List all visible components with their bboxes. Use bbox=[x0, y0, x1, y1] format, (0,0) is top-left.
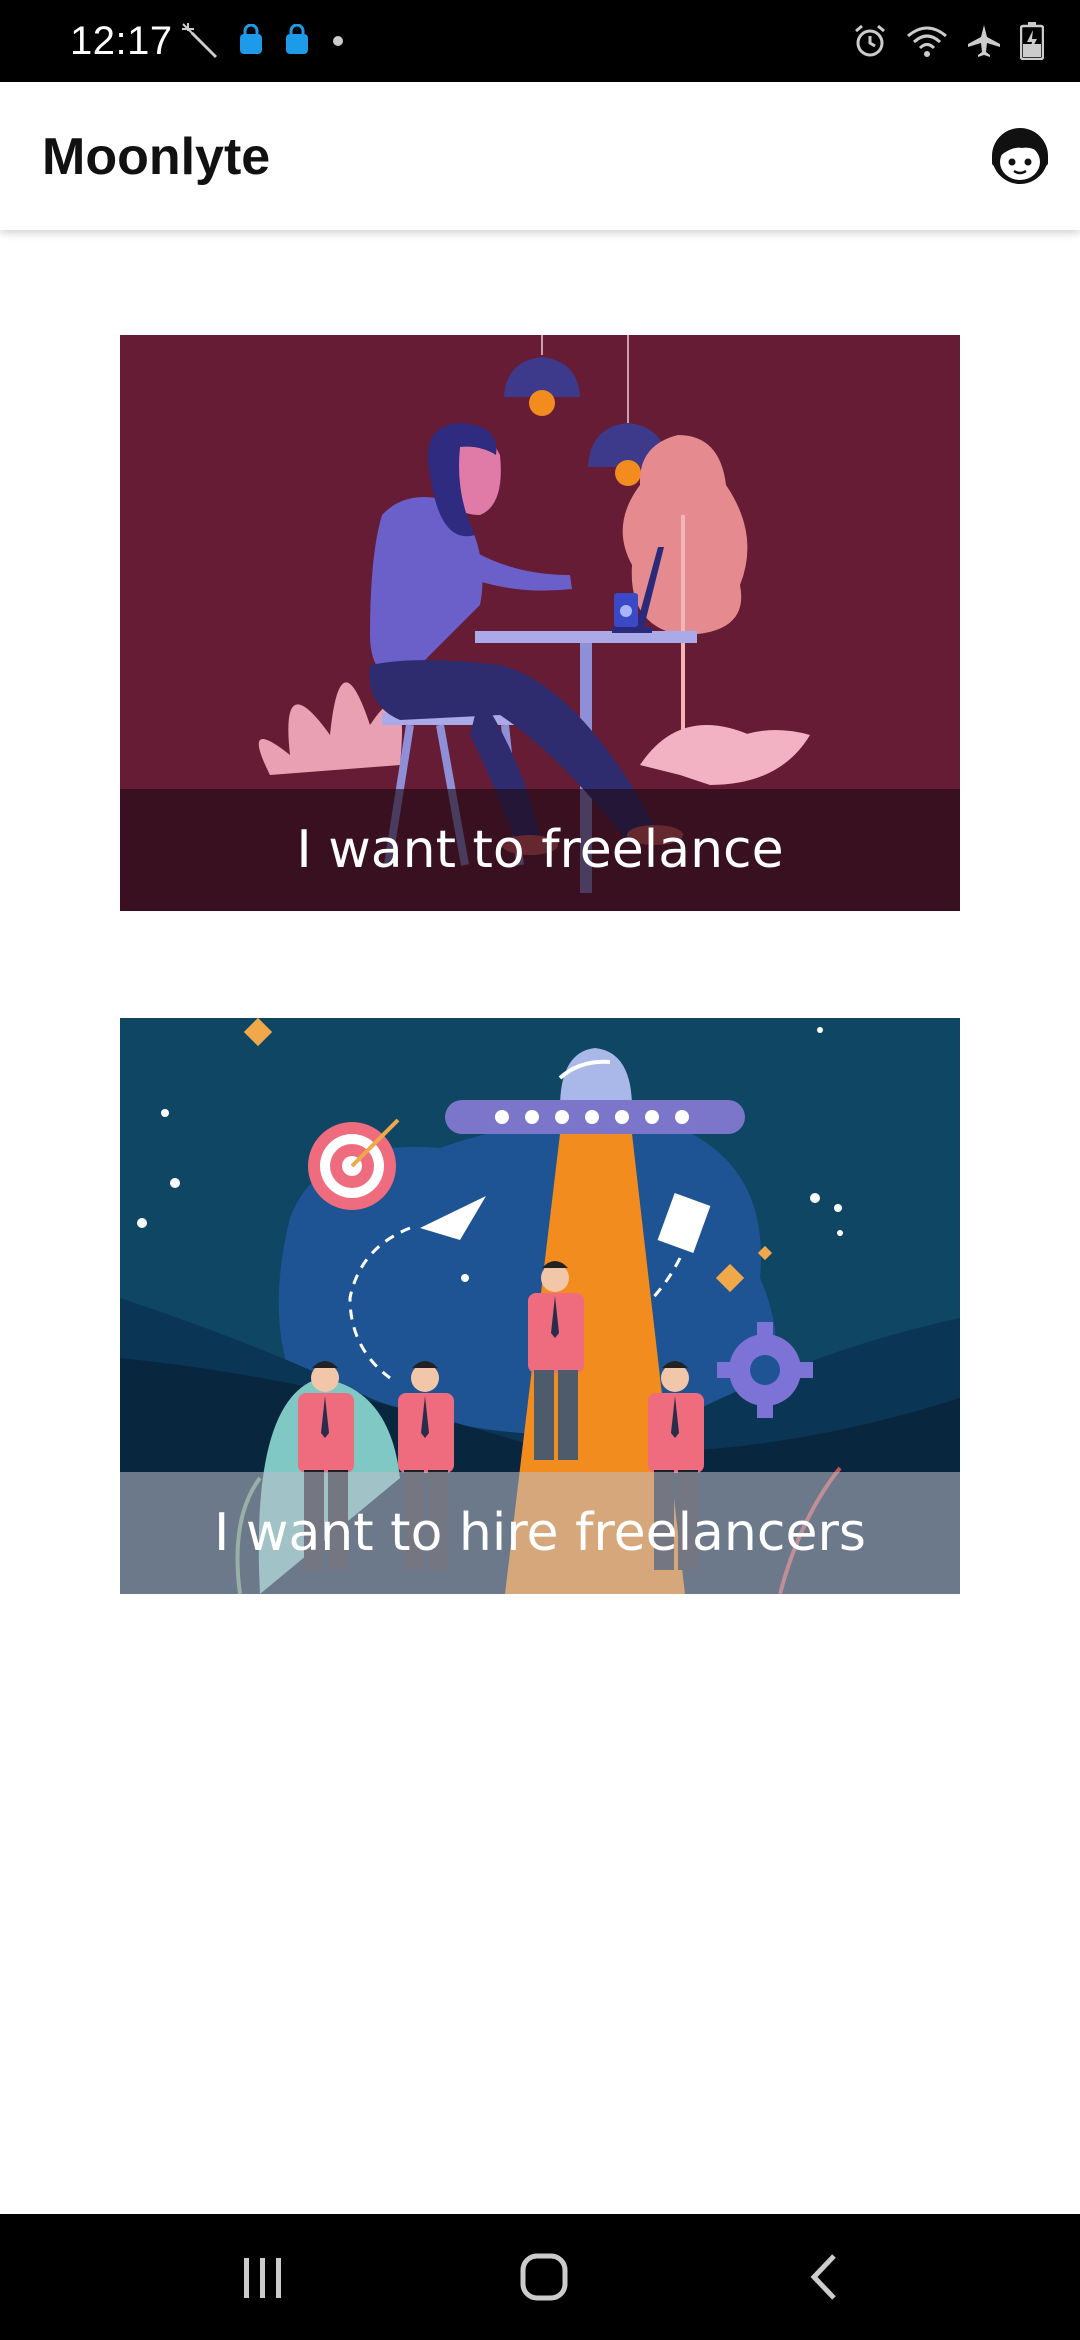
freelance-option-label: I want to freelance bbox=[120, 789, 960, 911]
home-icon bbox=[520, 2253, 568, 2301]
dot-icon bbox=[328, 31, 348, 51]
recents-button[interactable] bbox=[228, 2244, 298, 2310]
hire-option-label: I want to hire freelancers bbox=[120, 1472, 960, 1594]
magic-wand-icon bbox=[180, 21, 220, 61]
app-bar: Moonlyte bbox=[0, 82, 1080, 230]
hire-option-card[interactable]: I want to hire freelancers bbox=[120, 1018, 960, 1594]
status-system-icons bbox=[852, 18, 1044, 64]
support-agent-icon bbox=[992, 128, 1048, 184]
shopping-bag-icon bbox=[282, 24, 312, 58]
airplane-mode-icon bbox=[966, 23, 1002, 59]
back-icon bbox=[810, 2254, 836, 2300]
status-bar: 12:17 bbox=[0, 0, 1080, 82]
home-button[interactable] bbox=[509, 2244, 579, 2310]
status-notification-icons bbox=[180, 18, 348, 64]
recents-icon bbox=[244, 2258, 281, 2298]
freelance-option-card[interactable]: I want to freelance bbox=[120, 335, 960, 911]
support-agent-button[interactable] bbox=[988, 124, 1052, 188]
wifi-icon bbox=[906, 24, 948, 58]
status-time: 12:17 bbox=[70, 19, 173, 63]
system-navigation-bar bbox=[0, 2214, 1080, 2340]
shopping-bag-icon bbox=[236, 24, 266, 58]
battery-charging-icon bbox=[1020, 22, 1044, 60]
back-button[interactable] bbox=[790, 2244, 860, 2310]
app-title: Moonlyte bbox=[42, 128, 271, 186]
alarm-icon bbox=[852, 23, 888, 59]
